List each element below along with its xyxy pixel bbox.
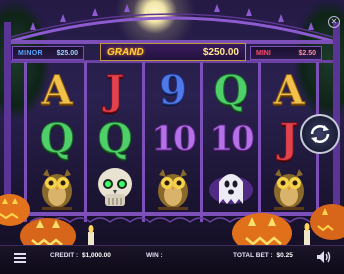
jackpot-grand-label: GRAND: [107, 46, 144, 58]
symbol-10: 10: [209, 119, 255, 159]
jackpot-mini-value: $2.50: [298, 49, 316, 57]
symbol-q: Q: [39, 115, 75, 162]
owl-icon: [42, 169, 72, 210]
win-label: WIN :: [146, 252, 163, 259]
spin-button[interactable]: [300, 114, 340, 154]
symbol-q: Q: [213, 67, 249, 114]
reel-5-row-3: [260, 162, 318, 212]
jackpot-minor-value: $25.00: [56, 49, 78, 57]
bottom-bar: CREDIT : $1,000.00 WIN : TOTAL BET : $0.…: [0, 245, 344, 274]
symbol-9: 9: [159, 67, 188, 114]
reel-3-row-3: [144, 162, 202, 212]
total-bet-label: TOTAL BET :: [233, 252, 273, 259]
menu-button[interactable]: [14, 253, 26, 263]
owl-icon: [274, 169, 304, 210]
jackpot-mini: MINI $2.50: [250, 46, 322, 60]
skull-icon: [98, 168, 132, 206]
close-icon: ✕: [330, 17, 338, 26]
symbol-a: A: [273, 67, 305, 114]
reel-1-row-3: [28, 162, 86, 212]
reel-4-row-1: Q: [202, 66, 260, 116]
reel-2-row-3: [86, 162, 144, 212]
symbol-j: J: [105, 67, 125, 114]
jackpot-grand-value: $250.00: [202, 46, 239, 58]
reel-1-row-1: A: [28, 66, 86, 116]
reel-5-row-1: A: [260, 66, 318, 116]
reel-1-row-2: Q: [28, 114, 86, 164]
close-button[interactable]: ✕: [328, 16, 340, 28]
reel-4-row-2: 10: [202, 114, 260, 164]
jackpot-minor-label: MINOR: [18, 49, 43, 57]
jackpot-minor: MINOR $25.00: [12, 46, 84, 60]
reel-4-row-3: [202, 162, 260, 212]
total-bet-value: $0.25: [276, 252, 293, 259]
win-display: WIN :: [146, 252, 165, 259]
total-bet-display[interactable]: TOTAL BET : $0.25: [233, 252, 293, 259]
jackpot-mini-label: MINI: [256, 49, 271, 57]
game-scene: MINOR $25.00 GRAND $250.00 MINI $2.50 A …: [0, 0, 344, 274]
symbol-q: Q: [97, 115, 133, 162]
spin-arrows-icon: [310, 125, 330, 143]
reel-2-row-2: Q: [86, 114, 144, 164]
reel-3-row-2: 10: [144, 114, 202, 164]
owl-icon: [158, 169, 188, 210]
credit-display: CREDIT : $1,000.00: [50, 252, 111, 259]
reel-2-row-1: J: [86, 66, 144, 116]
menu-icon: [14, 253, 26, 255]
speaker-icon[interactable]: [316, 250, 332, 264]
reels-grid: A Q J Q 9 10 Q 10 A J: [28, 64, 318, 212]
symbol-a: A: [41, 67, 73, 114]
ghost-icon: [209, 174, 253, 204]
jackpot-grand: GRAND $250.00: [100, 43, 246, 61]
symbol-10: 10: [151, 119, 197, 159]
symbol-j: J: [279, 115, 299, 162]
reel-3-row-1: 9: [144, 66, 202, 116]
credit-value: $1,000.00: [81, 252, 111, 259]
credit-label: CREDIT :: [50, 252, 79, 259]
